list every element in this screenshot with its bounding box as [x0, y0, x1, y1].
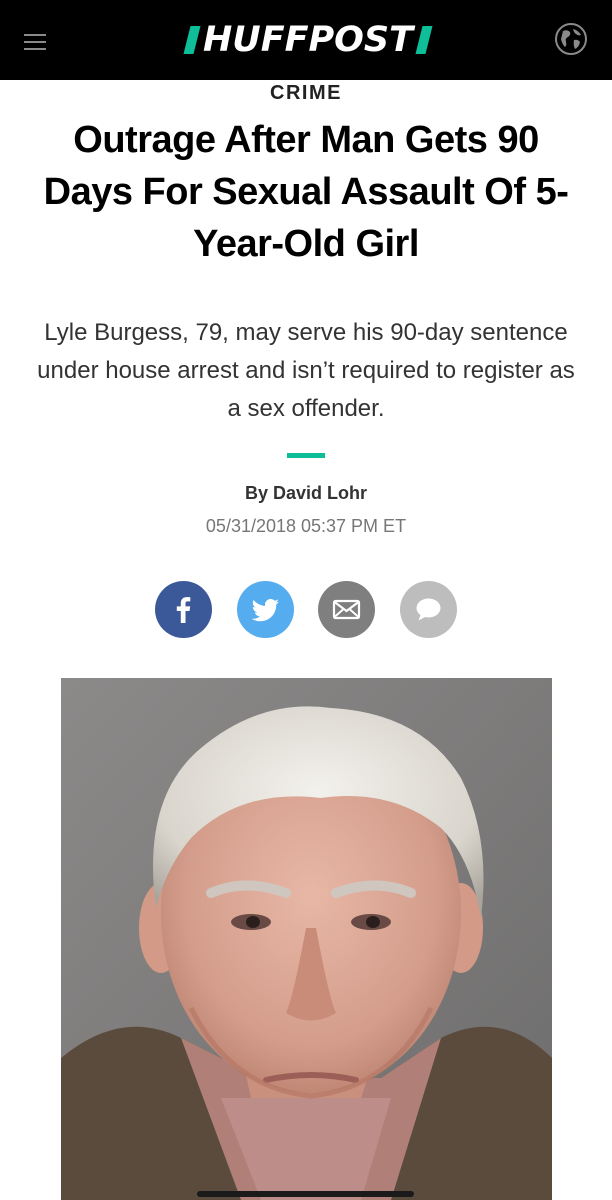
- twitter-share-button[interactable]: [237, 581, 294, 638]
- globe-icon[interactable]: [554, 22, 588, 56]
- email-share-button[interactable]: [318, 581, 375, 638]
- speech-bubble-icon: [400, 581, 457, 638]
- logo-right-bar: [415, 26, 433, 54]
- header-divider: [287, 453, 325, 458]
- huffpost-logo[interactable]: HUFFPOST: [160, 16, 456, 64]
- logo-left-bar: [183, 26, 201, 54]
- section-label[interactable]: CRIME: [0, 80, 612, 106]
- facebook-icon: [155, 581, 212, 638]
- article-subheadline: Lyle Burgess, 79, may serve his 90-day s…: [37, 319, 575, 422]
- facebook-share-button[interactable]: [155, 581, 212, 638]
- top-navbar: HUFFPOST: [0, 0, 612, 80]
- twitter-bird-icon: [237, 581, 294, 638]
- envelope-icon: [318, 581, 375, 638]
- author-byline[interactable]: By David Lohr: [0, 481, 612, 505]
- article-headline: Outrage After Man Gets 90 Days For Sexua…: [43, 119, 569, 265]
- home-indicator[interactable]: [197, 1191, 414, 1197]
- mugshot-photo[interactable]: [61, 678, 552, 1200]
- comments-button[interactable]: [400, 581, 457, 638]
- logo-text: HUFFPOST: [202, 19, 414, 60]
- hamburger-menu-icon[interactable]: [22, 30, 52, 54]
- article-page: HUFFPOST CRIME Outrage After Man Gets 90…: [0, 0, 612, 1200]
- publish-timestamp: 05/31/2018 05:37 PM ET: [205, 516, 407, 536]
